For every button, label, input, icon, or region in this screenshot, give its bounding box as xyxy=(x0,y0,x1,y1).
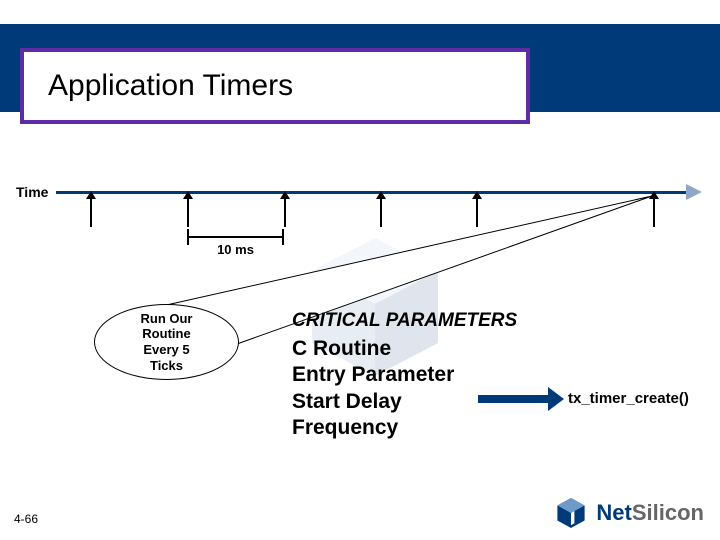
axis-arrow-icon xyxy=(686,184,702,200)
parameters-heading: CRITICAL PARAMETERS xyxy=(292,310,517,332)
axis-tick xyxy=(187,197,189,227)
brand-net: Net xyxy=(596,500,631,525)
axis-tick xyxy=(380,197,382,227)
parameters-list: C Routine Entry Parameter Start Delay Fr… xyxy=(292,336,517,441)
param-item: Frequency xyxy=(292,415,517,441)
routine-callout-text: Run Our Routine Every 5 Ticks xyxy=(141,311,193,373)
page-number: 4-66 xyxy=(14,512,38,526)
param-item: Entry Parameter xyxy=(292,362,517,388)
routine-callout: Run Our Routine Every 5 Ticks xyxy=(94,304,239,380)
function-arrow-icon xyxy=(478,395,550,403)
slide-title: Application Timers xyxy=(48,69,293,103)
function-name: tx_timer_create() xyxy=(568,390,689,407)
axis-tick xyxy=(90,197,92,227)
netsilicon-mark-icon xyxy=(554,496,588,530)
brand-logo: NetSilicon xyxy=(554,496,704,530)
brand-silicon: Silicon xyxy=(632,500,704,525)
brand-wordmark: NetSilicon xyxy=(596,500,704,526)
axis-tick xyxy=(284,197,286,227)
axis-tick xyxy=(476,197,478,227)
parameters-block: CRITICAL PARAMETERS C Routine Entry Para… xyxy=(292,310,517,441)
title-box: Application Timers xyxy=(20,48,530,124)
param-item: C Routine xyxy=(292,336,517,362)
axis-label: Time xyxy=(16,184,48,200)
slide-root: Application Timers Time 10 ms Run Our Ro… xyxy=(0,0,720,540)
time-axis xyxy=(56,191,690,194)
interval-label: 10 ms xyxy=(187,242,284,257)
interval-marker: 10 ms xyxy=(187,236,284,257)
axis-tick xyxy=(653,197,655,227)
